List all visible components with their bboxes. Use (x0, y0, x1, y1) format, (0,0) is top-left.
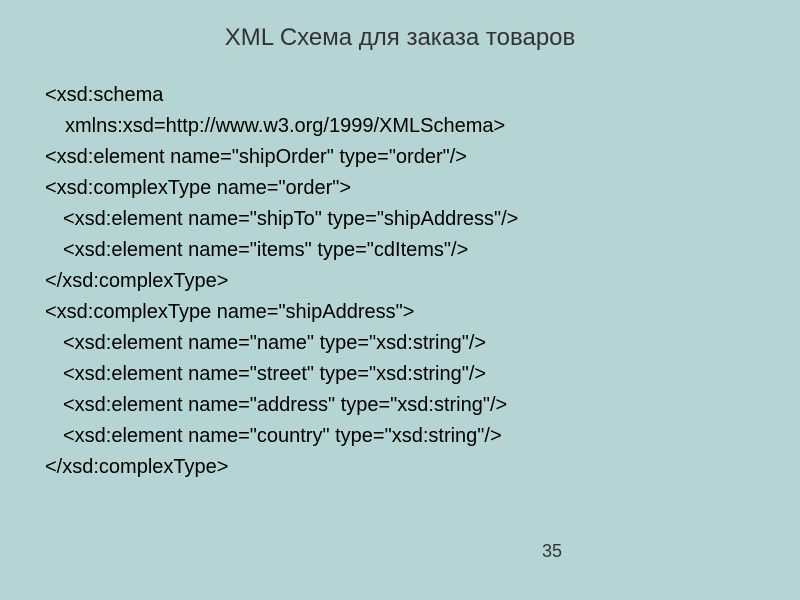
code-line: xmlns:xsd=http://www.w3.org/1999/XMLSche… (45, 111, 755, 142)
code-line: </xsd:complexType> (45, 452, 755, 483)
code-line: <xsd:element name="address" type="xsd:st… (45, 390, 755, 421)
code-line: <xsd:element name="name" type="xsd:strin… (45, 328, 755, 359)
page-number: 35 (542, 541, 562, 562)
code-line: <xsd:element name="street" type="xsd:str… (45, 359, 755, 390)
code-line: <xsd:element name="shipTo" type="shipAdd… (45, 204, 755, 235)
code-line: <xsd:element name="items" type="cdItems"… (45, 235, 755, 266)
code-line: <xsd:schema (45, 80, 755, 111)
code-block: <xsd:schema xmlns:xsd=http://www.w3.org/… (45, 80, 755, 483)
code-line: <xsd:element name="country" type="xsd:st… (45, 421, 755, 452)
code-line: <xsd:complexType name="shipAddress"> (45, 297, 755, 328)
code-line: <xsd:complexType name="order"> (45, 173, 755, 204)
slide-container: XML Схема для заказа товаров <xsd:schema… (0, 0, 800, 600)
slide-title: XML Схема для заказа товаров (45, 20, 755, 52)
code-line: <xsd:element name="shipOrder" type="orde… (45, 142, 755, 173)
code-line: </xsd:complexType> (45, 266, 755, 297)
